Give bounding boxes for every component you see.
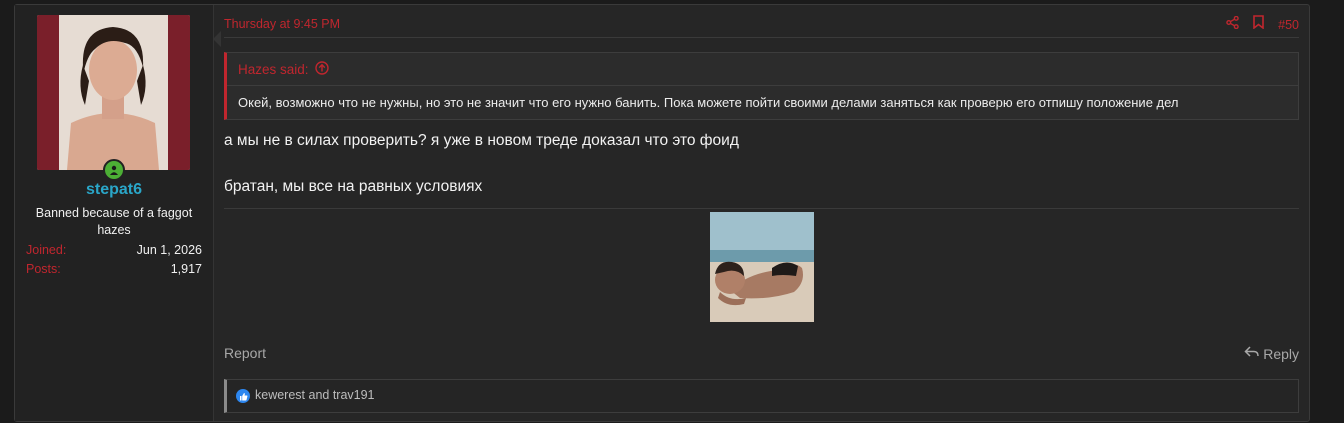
bookmark-icon[interactable] <box>1253 15 1264 34</box>
quote-block: Hazes said: Окей, возможно что не нужны,… <box>224 52 1299 120</box>
post-header: Thursday at 9:45 PM #50 <box>224 15 1299 38</box>
like-icon <box>236 389 250 403</box>
user-title: Banned because of a faggot hazes <box>35 206 193 237</box>
user-sidebar: stepat6 Banned because of a faggot hazes… <box>15 5 214 421</box>
quote-text: Окей, возможно что не нужны, но это не з… <box>238 95 1179 110</box>
stat-label: Posts: <box>26 262 61 276</box>
reply-label: Reply <box>1263 345 1299 362</box>
stat-posts: Posts: 1,917 <box>26 262 202 276</box>
message-line: братан, мы все на равных условиях <box>224 178 483 195</box>
attached-image[interactable] <box>710 212 814 322</box>
stat-value: Jun 1, 2026 <box>136 243 202 257</box>
stat-label: Joined: <box>26 243 67 257</box>
reaction-users[interactable]: kewerest and trav191 <box>255 388 375 402</box>
share-icon[interactable] <box>1226 15 1239 34</box>
quote-header[interactable]: Hazes said: <box>238 61 329 78</box>
message-line: а мы не в силах проверить? я уже в новом… <box>224 132 739 149</box>
user-online-icon <box>103 159 125 181</box>
content-divider <box>224 208 1299 209</box>
post-date[interactable]: Thursday at 9:45 PM <box>224 17 340 31</box>
avatar[interactable] <box>37 15 190 170</box>
report-link[interactable]: Report <box>224 345 266 361</box>
reply-icon <box>1244 345 1260 362</box>
quote-divider <box>227 85 1298 86</box>
post-number[interactable]: #50 <box>1278 18 1299 32</box>
stat-value: 1,917 <box>170 262 202 276</box>
username[interactable]: stepat6 <box>15 181 213 199</box>
reply-button[interactable]: Reply <box>1244 345 1299 362</box>
forum-post: stepat6 Banned because of a faggot hazes… <box>14 4 1310 422</box>
reactions-bar[interactable]: kewerest and trav191 <box>224 379 1299 413</box>
post-content: Thursday at 9:45 PM #50 Hazes said: Окей… <box>224 5 1299 421</box>
arrow-up-circle-icon[interactable] <box>314 61 329 78</box>
user-arrow <box>213 31 221 47</box>
stat-joined: Joined: Jun 1, 2026 <box>26 243 202 257</box>
post-tools: #50 <box>1226 15 1299 34</box>
quote-author[interactable]: Hazes said: <box>238 62 309 77</box>
